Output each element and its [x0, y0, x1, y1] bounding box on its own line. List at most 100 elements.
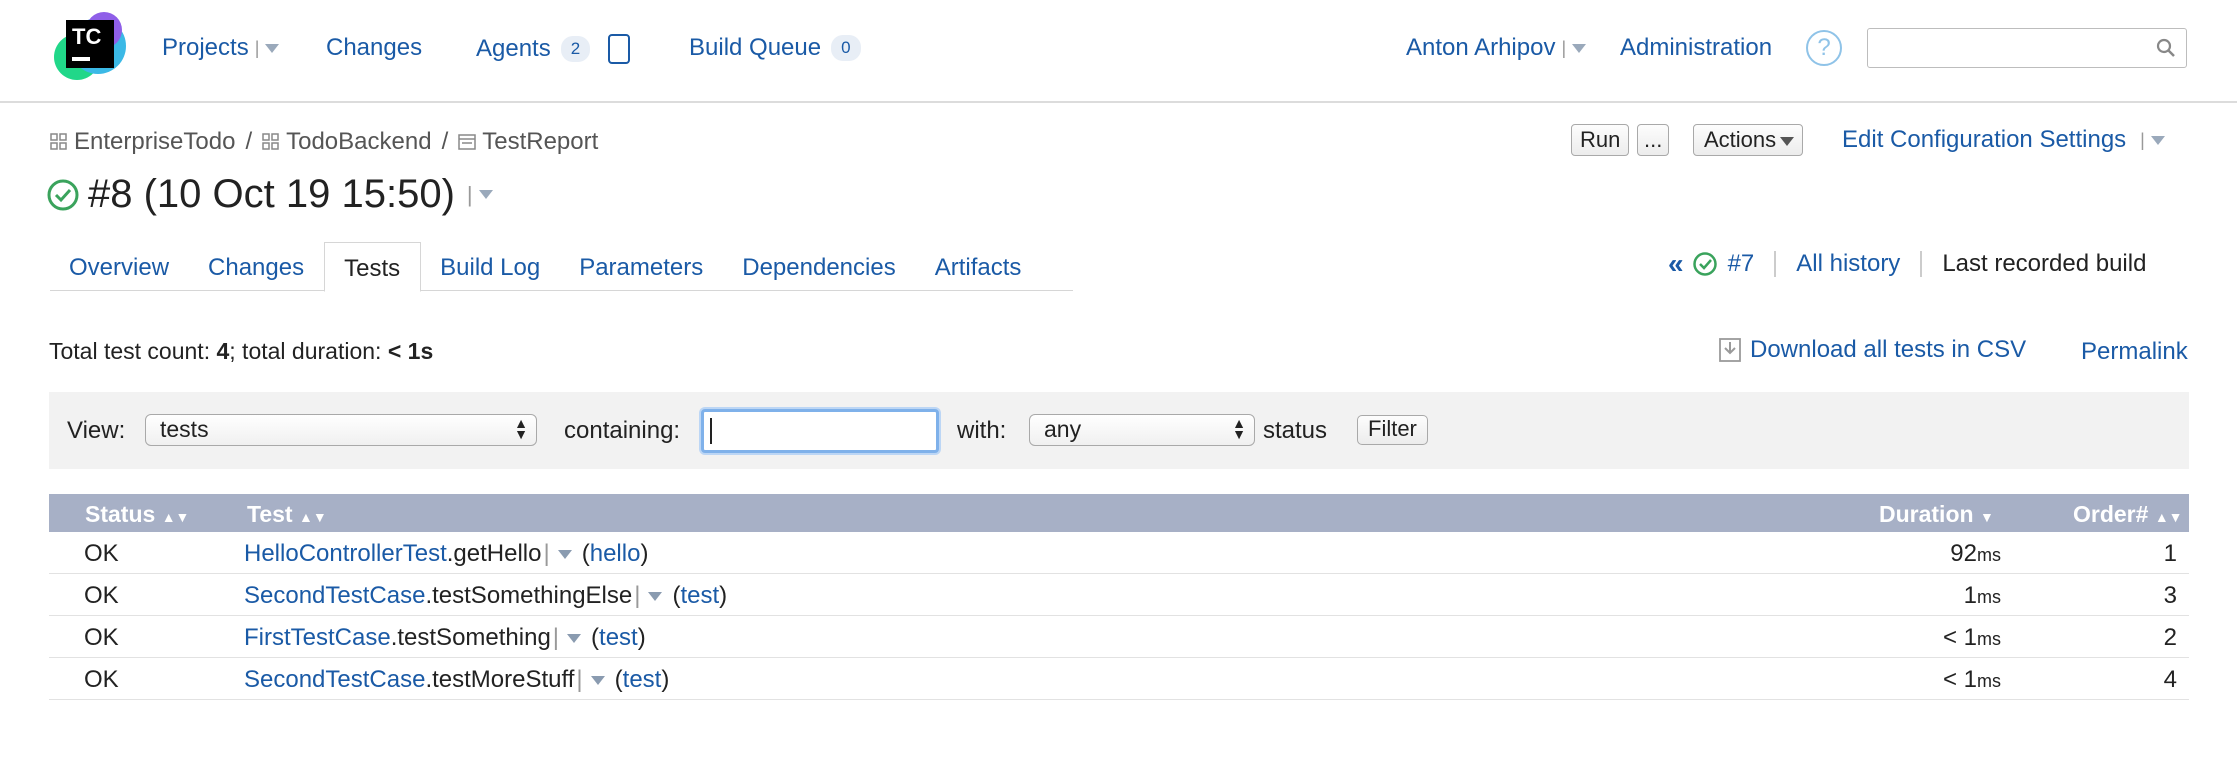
test-class-link[interactable]: HelloControllerTest — [244, 540, 447, 567]
table-row: OK SecondTestCase.testMoreStuff| (test) <… — [49, 658, 2189, 700]
administration-label: Administration — [1620, 34, 1773, 61]
tab-overview[interactable]: Overview — [50, 242, 189, 291]
test-package-link[interactable]: test — [680, 582, 719, 609]
test-package-link[interactable]: test — [599, 624, 638, 651]
nav-agents-label: Agents — [476, 35, 551, 62]
test-summary: Total test count: 4; total duration: < 1… — [49, 338, 434, 364]
test-package-link[interactable]: hello — [590, 540, 641, 567]
filter-button[interactable]: Filter — [1357, 415, 1428, 445]
nav-agents[interactable]: Agents 2 — [476, 34, 631, 64]
row-duration: 1ms — [1963, 582, 2001, 609]
project-icon — [50, 133, 67, 150]
help-icon[interactable]: ? — [1806, 30, 1842, 66]
view-select[interactable]: tests ▲ ▼ — [145, 414, 537, 446]
all-history-link[interactable]: All history — [1796, 250, 1900, 278]
select-arrows-icon: ▲ ▼ — [514, 415, 528, 442]
sort-icon: ▲▼ — [2154, 509, 2183, 525]
nav-build-queue[interactable]: Build Queue 0 — [689, 34, 861, 62]
tab-changes[interactable]: Changes — [189, 242, 324, 291]
run-button[interactable]: Run — [1571, 124, 1630, 156]
status-column-header[interactable]: Status ▲▼ — [85, 501, 189, 528]
tab-build-log[interactable]: Build Log — [421, 242, 560, 291]
filter-bar: View: tests ▲ ▼ containing: with: any ▲ ▼ … — [49, 392, 2189, 469]
breadcrumb-config[interactable]: TestReport — [482, 128, 598, 156]
page-title: #8 (10 Oct 19 15:50) — [88, 172, 455, 216]
breadcrumb-project[interactable]: EnterpriseTodo — [74, 128, 235, 156]
edit-config-link[interactable]: Edit Configuration Settings | — [1842, 126, 2165, 154]
test-dropdown-icon[interactable] — [648, 592, 663, 602]
table-row: OK SecondTestCase.testSomethingElse| (tes… — [49, 574, 2189, 616]
previous-build-icon[interactable]: « — [1668, 248, 1684, 280]
actions-button[interactable]: Actions — [1693, 124, 1804, 156]
teamcity-logo[interactable]: TC — [52, 10, 128, 86]
tab-parameters[interactable]: Parameters — [560, 242, 723, 291]
build-dropdown-icon[interactable] — [478, 190, 493, 199]
test-count: 4 — [216, 338, 230, 364]
search-input[interactable] — [1867, 28, 2187, 68]
order-column-header[interactable]: Order# ▲▼ — [2073, 501, 2183, 528]
containing-input[interactable] — [701, 409, 939, 453]
edit-config-label: Edit Configuration Settings — [1842, 126, 2127, 153]
tab-tests[interactable]: Tests — [324, 242, 422, 292]
row-order: 2 — [2163, 624, 2177, 651]
row-status: OK — [84, 624, 119, 651]
run-options-button[interactable]: ... — [1637, 124, 1670, 156]
view-label: View: — [67, 417, 126, 444]
actions-label: Actions — [1704, 127, 1777, 152]
test-dropdown-icon[interactable] — [590, 676, 605, 686]
user-dropdown-icon[interactable] — [1572, 43, 1587, 53]
status-select[interactable]: any ▲ ▼ — [1029, 414, 1255, 446]
test-column-header[interactable]: Test ▲▼ — [247, 501, 327, 528]
download-csv-link[interactable]: Download all tests in CSV — [1718, 336, 2026, 364]
last-recorded-build: Last recorded build — [1942, 250, 2147, 277]
nav-projects[interactable]: Projects | — [162, 34, 280, 62]
edit-config-dropdown-icon[interactable] — [2150, 135, 2165, 145]
row-order: 1 — [2163, 540, 2177, 567]
row-duration: 92ms — [1950, 540, 2001, 567]
tab-dependencies[interactable]: Dependencies — [723, 242, 915, 291]
table-row: OK HelloControllerTest.getHello| (hello) … — [49, 532, 2189, 574]
build-queue-count-badge: 0 — [831, 35, 861, 61]
breadcrumb-subproject[interactable]: TodoBackend — [286, 128, 431, 156]
test-package-link[interactable]: test — [623, 666, 662, 693]
previous-build-link[interactable]: #7 — [1728, 250, 1755, 278]
row-test-name: FirstTestCase.testSomething| (test) — [244, 624, 646, 651]
permalink-link[interactable]: Permalink — [2081, 338, 2188, 366]
tab-artifacts[interactable]: Artifacts — [916, 242, 1042, 291]
search-icon[interactable] — [2156, 38, 2176, 58]
table-header: Status ▲▼ Test ▲▼ Duration ▼ Order# ▲▼ — [49, 494, 2189, 532]
test-dropdown-icon[interactable] — [567, 634, 582, 644]
test-dropdown-icon[interactable] — [557, 550, 572, 560]
status-label: status — [1263, 417, 1328, 444]
containing-label: containing: — [564, 417, 681, 444]
projects-dropdown-icon[interactable] — [265, 43, 280, 53]
build-history-nav: « #7 All history Last recorded build — [1668, 248, 2146, 280]
select-arrows-icon: ▲ ▼ — [1232, 415, 1246, 442]
logo-text: TC — [72, 24, 102, 49]
nav-administration[interactable]: Administration — [1620, 34, 1772, 62]
status-select-value: any — [1044, 416, 1082, 442]
total-duration: < 1s — [387, 338, 434, 364]
test-class-link[interactable]: FirstTestCase — [244, 624, 391, 651]
download-icon — [1719, 338, 1741, 362]
agent-icon[interactable] — [608, 34, 631, 64]
test-class-link[interactable]: SecondTestCase — [244, 582, 425, 609]
row-test-name: HelloControllerTest.getHello| (hello) — [244, 540, 649, 567]
user-name: Anton Arhipov — [1406, 34, 1556, 61]
row-order: 3 — [2163, 582, 2177, 609]
subproject-icon — [262, 133, 279, 150]
user-menu[interactable]: Anton Arhipov | — [1406, 34, 1587, 62]
row-duration: < 1ms — [1942, 624, 2001, 651]
nav-changes[interactable]: Changes — [326, 34, 422, 62]
download-csv-label: Download all tests in CSV — [1750, 336, 2027, 363]
build-config-icon — [458, 134, 476, 150]
sort-desc-icon: ▼ — [1979, 509, 1994, 525]
tab-bar: Overview Changes Tests Build Log Paramet… — [50, 242, 1073, 292]
nav-changes-label: Changes — [326, 34, 423, 61]
sort-icon: ▲▼ — [298, 509, 327, 525]
nav-build-queue-label: Build Queue — [689, 34, 822, 61]
view-select-value: tests — [160, 416, 209, 442]
test-class-link[interactable]: SecondTestCase — [244, 666, 425, 693]
success-check-icon — [47, 179, 79, 210]
duration-column-header[interactable]: Duration ▼ — [1879, 501, 1994, 528]
